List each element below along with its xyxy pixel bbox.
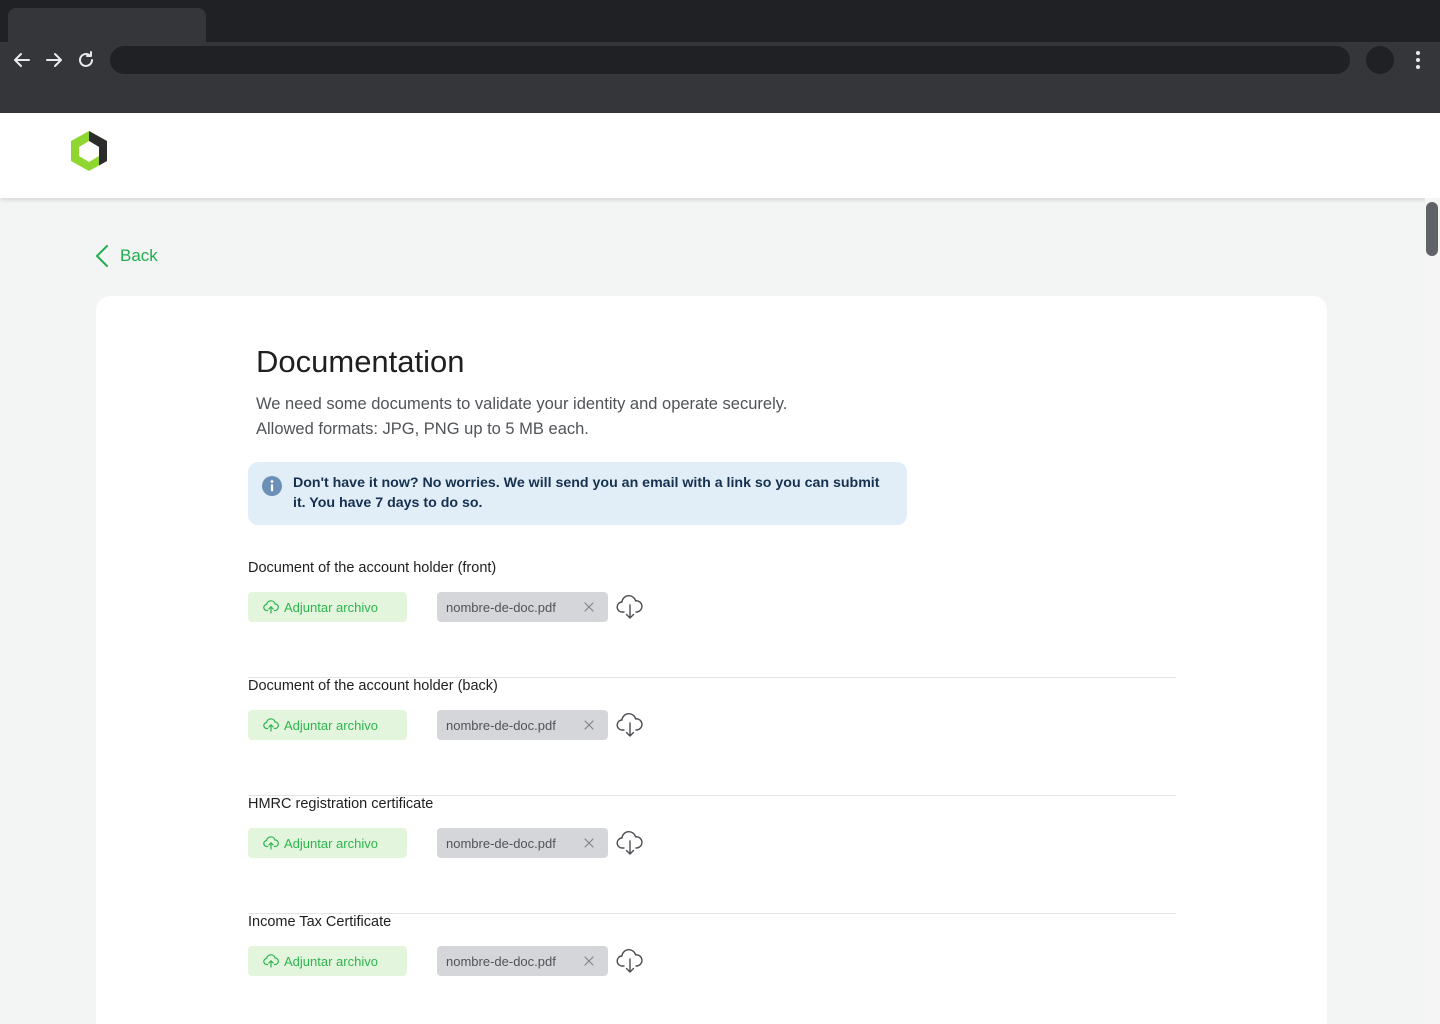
cloud-upload-icon <box>263 718 279 732</box>
page-title: Documentation <box>256 344 465 379</box>
cloud-upload-icon <box>263 954 279 968</box>
page-scrollbar-thumb[interactable] <box>1426 202 1438 256</box>
browser-tab-strip <box>0 0 1440 42</box>
close-icon[interactable] <box>582 836 596 850</box>
document-label: Income Tax Certificate <box>248 914 392 930</box>
page-scrollbar-track <box>1425 198 1440 1024</box>
document-section: HMRC registration certificate Adjuntar a… <box>248 796 1176 914</box>
cloud-download-icon[interactable] <box>615 592 645 622</box>
browser-forward-icon[interactable] <box>42 48 66 72</box>
close-icon[interactable] <box>582 718 596 732</box>
app-header <box>0 113 1440 198</box>
attach-file-button[interactable]: Adjuntar archivo <box>248 828 407 858</box>
attached-file-chip: nombre-de-doc.pdf <box>437 828 608 858</box>
file-name: nombre-de-doc.pdf <box>446 953 556 969</box>
attach-file-label: Adjuntar archivo <box>284 717 378 733</box>
attach-file-button[interactable]: Adjuntar archivo <box>248 592 407 622</box>
document-section: Document of the account holder (front) A… <box>248 560 1176 678</box>
attach-file-label: Adjuntar archivo <box>284 599 378 615</box>
browser-tab[interactable] <box>8 8 206 42</box>
document-label: Document of the account holder (front) <box>248 560 497 576</box>
browser-reload-icon[interactable] <box>74 48 98 72</box>
chevron-left-icon <box>96 245 108 267</box>
info-icon <box>262 476 282 496</box>
attached-file-chip: nombre-de-doc.pdf <box>437 592 608 622</box>
close-icon[interactable] <box>582 600 596 614</box>
address-bar[interactable] <box>110 46 1350 74</box>
attached-file-chip: nombre-de-doc.pdf <box>437 946 608 976</box>
browser-toolbar <box>0 42 1440 113</box>
info-banner: Don't have it now? No worries. We will s… <box>248 462 907 525</box>
documentation-card: Documentation We need some documents to … <box>96 296 1327 1024</box>
close-icon[interactable] <box>582 954 596 968</box>
attach-file-button[interactable]: Adjuntar archivo <box>248 946 407 976</box>
file-name: nombre-de-doc.pdf <box>446 835 556 851</box>
attach-file-label: Adjuntar archivo <box>284 835 378 851</box>
browser-back-icon[interactable] <box>10 48 34 72</box>
allowed-formats-note: Allowed formats: JPG, PNG up to 5 MB eac… <box>256 420 589 438</box>
attach-file-label: Adjuntar archivo <box>284 953 378 969</box>
document-label: HMRC registration certificate <box>248 796 434 812</box>
cloud-download-icon[interactable] <box>615 710 645 740</box>
page-description: We need some documents to validate your … <box>256 395 788 413</box>
file-name: nombre-de-doc.pdf <box>446 717 556 733</box>
document-label: Document of the account holder (back) <box>248 678 498 694</box>
browser-profile-avatar[interactable] <box>1366 46 1394 74</box>
cloud-download-icon[interactable] <box>615 828 645 858</box>
brand-logo[interactable] <box>68 128 110 174</box>
browser-menu-icon[interactable] <box>1408 48 1428 72</box>
cloud-download-icon[interactable] <box>615 946 645 976</box>
info-message: Don't have it now? No worries. We will s… <box>293 475 880 511</box>
file-name: nombre-de-doc.pdf <box>446 599 556 615</box>
back-link[interactable]: Back <box>94 243 158 269</box>
attached-file-chip: nombre-de-doc.pdf <box>437 710 608 740</box>
cloud-upload-icon <box>263 836 279 850</box>
attach-file-button[interactable]: Adjuntar archivo <box>248 710 407 740</box>
document-section: Document of the account holder (back) Ad… <box>248 678 1176 796</box>
document-section: Income Tax Certificate Adjuntar archivo … <box>248 914 1176 1024</box>
back-label: Back <box>120 246 158 265</box>
cloud-upload-icon <box>263 600 279 614</box>
